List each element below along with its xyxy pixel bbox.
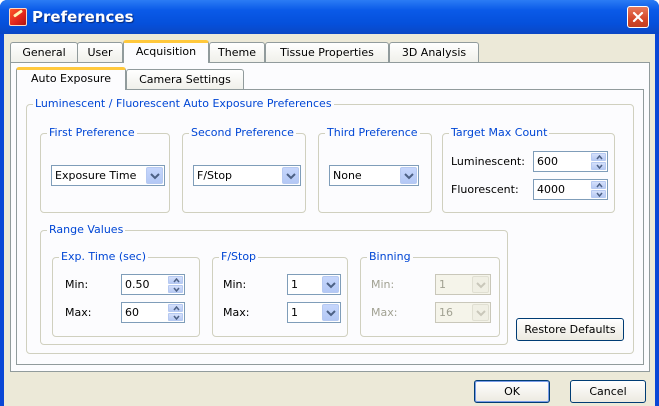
chevron-down-icon[interactable] — [322, 276, 339, 293]
binning-min-select: 1 — [435, 274, 491, 295]
spin-down-button[interactable] — [591, 190, 606, 198]
exp-time-title: Exp. Time (sec) — [59, 250, 148, 263]
fluorescent-value: 4000 — [537, 183, 565, 196]
fstop-min-label: Min: — [223, 278, 247, 291]
restore-defaults-button[interactable]: Restore Defaults — [516, 318, 624, 341]
chevron-down-icon — [173, 287, 180, 292]
first-preference-group: First Preference Exposure Time — [40, 126, 170, 213]
tab-camera-settings[interactable]: Camera Settings — [126, 69, 244, 89]
spin-down-button[interactable] — [591, 162, 606, 170]
chevron-down-icon[interactable] — [146, 167, 163, 184]
binning-min-value: 1 — [439, 278, 446, 291]
ok-button[interactable]: OK — [474, 380, 550, 403]
binning-min-label: Min: — [371, 278, 395, 291]
luminescent-value: 600 — [537, 155, 558, 168]
range-values-title: Range Values — [47, 223, 126, 236]
fstop-min-value: 1 — [291, 278, 298, 291]
auto-exposure-group: Luminescent / Fluorescent Auto Exposure … — [26, 97, 634, 354]
auto-exposure-group-title: Luminescent / Fluorescent Auto Exposure … — [33, 97, 334, 110]
fstop-max-value: 1 — [291, 306, 298, 319]
first-preference-title: First Preference — [47, 126, 137, 139]
binning-max-value: 16 — [439, 306, 453, 319]
close-button[interactable] — [627, 6, 649, 28]
third-preference-value: None — [333, 169, 362, 182]
luminescent-spinner[interactable]: 600 — [533, 151, 608, 172]
luminescent-label: Luminescent: — [451, 155, 525, 168]
tab-auto-exposure[interactable]: Auto Exposure — [16, 67, 126, 90]
first-preference-select[interactable]: Exposure Time — [51, 165, 165, 186]
binning-max-select: 16 — [435, 302, 491, 323]
chevron-up-icon — [596, 183, 603, 188]
exp-max-value: 60 — [125, 306, 139, 319]
fluorescent-label: Fluorescent: — [451, 183, 519, 196]
chevron-down-icon — [472, 276, 489, 293]
app-icon — [9, 8, 27, 26]
target-max-count-group: Target Max Count Luminescent: 600 Fluore… — [442, 126, 615, 213]
title-bar[interactable]: Preferences — [0, 0, 659, 34]
chevron-down-icon — [173, 315, 180, 320]
spin-up-button[interactable] — [168, 304, 183, 312]
chevron-down-icon — [596, 164, 603, 169]
spin-down-button[interactable] — [168, 313, 183, 321]
exp-min-spinner[interactable]: 0.50 — [121, 274, 185, 295]
spin-down-button[interactable] — [168, 285, 183, 293]
binning-max-label: Max: — [371, 306, 398, 319]
window-title: Preferences — [32, 8, 134, 26]
exp-min-value: 0.50 — [125, 278, 150, 291]
tab-acquisition[interactable]: Acquisition — [123, 40, 209, 63]
spin-up-button[interactable] — [591, 153, 606, 161]
third-preference-title: Third Preference — [325, 126, 420, 139]
second-preference-title: Second Preference — [189, 126, 296, 139]
tab-general[interactable]: General — [10, 42, 78, 62]
first-preference-value: Exposure Time — [55, 169, 137, 182]
exp-max-label: Max: — [65, 306, 92, 319]
tab-3d-analysis[interactable]: 3D Analysis — [389, 42, 479, 62]
dialog-body: General User Acquisition Theme Tissue Pr… — [4, 34, 655, 406]
second-preference-select[interactable]: F/Stop — [193, 165, 301, 186]
acquisition-panel: Auto Exposure Camera Settings Luminescen… — [10, 62, 650, 372]
target-max-count-title: Target Max Count — [449, 126, 550, 139]
preferences-window: Preferences General User Acquisition The… — [0, 0, 659, 406]
third-preference-group: Third Preference None — [318, 126, 432, 213]
auto-exposure-panel: Luminescent / Fluorescent Auto Exposure … — [16, 89, 644, 365]
fstop-max-select[interactable]: 1 — [287, 302, 341, 323]
chevron-up-icon — [596, 155, 603, 160]
tab-tissue-properties[interactable]: Tissue Properties — [265, 42, 389, 62]
second-preference-value: F/Stop — [197, 169, 233, 182]
close-icon — [632, 11, 644, 23]
fstop-min-select[interactable]: 1 — [287, 274, 341, 295]
chevron-down-icon — [596, 192, 603, 197]
exp-min-label: Min: — [65, 278, 89, 291]
chevron-up-icon — [173, 278, 180, 283]
chevron-down-icon — [472, 304, 489, 321]
fstop-max-label: Max: — [223, 306, 250, 319]
cancel-button[interactable]: Cancel — [570, 380, 646, 403]
third-preference-select[interactable]: None — [329, 165, 419, 186]
exp-max-spinner[interactable]: 60 — [121, 302, 185, 323]
chevron-up-icon — [173, 306, 180, 311]
chevron-down-icon[interactable] — [322, 304, 339, 321]
chevron-down-icon[interactable] — [400, 167, 417, 184]
fluorescent-spinner[interactable]: 4000 — [533, 179, 608, 200]
fstop-title: F/Stop — [219, 250, 259, 263]
tab-theme[interactable]: Theme — [209, 42, 265, 62]
chevron-down-icon[interactable] — [282, 167, 299, 184]
spin-up-button[interactable] — [168, 276, 183, 284]
spin-up-button[interactable] — [591, 181, 606, 189]
binning-title: Binning — [367, 250, 413, 263]
range-values-group: Range Values Exp. Time (sec) Min: 0.50 M… — [40, 223, 508, 345]
binning-group: Binning Min: 1 Max: 16 — [360, 250, 500, 337]
second-preference-group: Second Preference F/Stop — [182, 126, 306, 213]
fstop-group: F/Stop Min: 1 Max: 1 — [212, 250, 348, 337]
exp-time-group: Exp. Time (sec) Min: 0.50 Max: 60 — [52, 250, 200, 337]
tab-user[interactable]: User — [77, 42, 123, 62]
